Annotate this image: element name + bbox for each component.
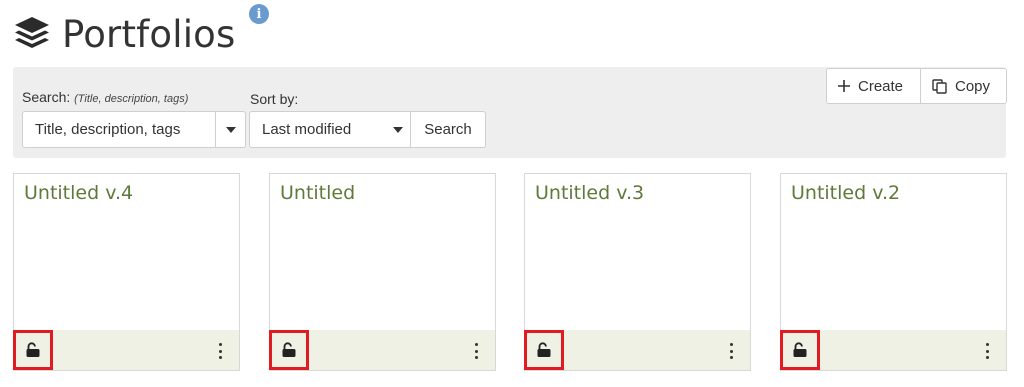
search-field-dropdown-toggle[interactable] <box>215 112 245 147</box>
search-button[interactable]: Search <box>410 111 486 148</box>
sort-label: Sort by: <box>250 91 299 107</box>
info-icon[interactable]: i <box>249 4 269 24</box>
search-field-select[interactable]: Title, description, tags <box>22 111 246 148</box>
portfolio-card-footer <box>13 330 239 370</box>
search-field-value: Title, description, tags <box>35 121 181 138</box>
portfolio-card-title[interactable]: Untitled v.2 <box>791 182 900 204</box>
copy-button-label: Copy <box>955 77 991 95</box>
caret-down-icon <box>393 126 403 133</box>
sort-value: Last modified <box>262 121 352 138</box>
caret-down-icon <box>225 126 236 133</box>
more-vertical-icon[interactable] <box>984 343 990 359</box>
search-hint: (Title, description, tags) <box>74 93 189 105</box>
portfolio-card[interactable]: Untitled <box>269 173 496 371</box>
create-button-label: Create <box>858 77 904 95</box>
unlock-glyph <box>26 342 40 357</box>
portfolio-card[interactable]: Untitled v.3 <box>524 173 751 371</box>
create-button[interactable]: Create <box>826 68 921 104</box>
sort-select[interactable]: Last modified <box>249 111 411 148</box>
portfolio-card[interactable]: Untitled v.4 <box>13 173 240 371</box>
unlock-icon[interactable] <box>13 330 53 370</box>
portfolio-card-title[interactable]: Untitled v.4 <box>24 182 133 204</box>
unlock-glyph <box>282 342 296 357</box>
unlock-icon[interactable] <box>269 330 309 370</box>
portfolio-card-footer <box>780 330 1006 370</box>
copy-icon <box>932 78 947 94</box>
sort-dropdown-toggle[interactable] <box>386 112 410 147</box>
unlock-icon[interactable] <box>524 330 564 370</box>
portfolio-card-footer <box>269 330 495 370</box>
layers-icon <box>15 17 49 48</box>
search-toolbar: Search: (Title, description, tags) Title… <box>13 67 1007 158</box>
more-vertical-icon[interactable] <box>473 343 479 359</box>
more-vertical-icon[interactable] <box>728 343 734 359</box>
search-label: Search: (Title, description, tags) <box>22 89 189 105</box>
more-vertical-icon[interactable] <box>217 343 223 359</box>
unlock-glyph <box>537 342 551 357</box>
page-header: Portfolios <box>12 6 236 62</box>
plus-icon <box>838 80 850 92</box>
portfolio-card-title[interactable]: Untitled v.3 <box>535 182 644 204</box>
action-button-group: Create Copy <box>826 68 1007 104</box>
unlock-glyph <box>793 342 807 357</box>
copy-button[interactable]: Copy <box>921 68 1007 104</box>
portfolio-card-footer <box>524 330 750 370</box>
page-title: Portfolios <box>62 12 236 56</box>
portfolio-card-title[interactable]: Untitled <box>280 182 355 204</box>
unlock-icon[interactable] <box>780 330 820 370</box>
portfolio-card[interactable]: Untitled v.2 <box>780 173 1007 371</box>
